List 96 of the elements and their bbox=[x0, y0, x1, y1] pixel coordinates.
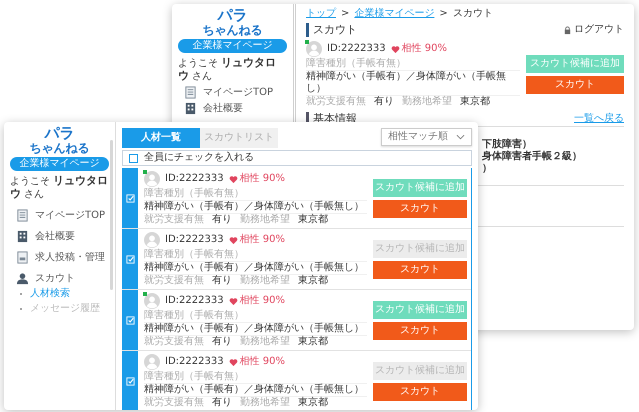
logo: パラ ちゃんねる bbox=[30, 126, 90, 154]
field-value: 有り bbox=[212, 275, 232, 287]
logo: パラ ちゃんねる bbox=[202, 8, 262, 36]
submenu-item[interactable]: メッセージ履歴 bbox=[30, 303, 100, 315]
field-value: 東京都 bbox=[460, 96, 490, 108]
field-value: 精神障がい（手帳有）／身体障がい（手帳無し） bbox=[144, 201, 367, 214]
field-value: 有り bbox=[212, 214, 232, 226]
mypage-button[interactable]: 企業様マイページ bbox=[178, 39, 287, 53]
submenu-item[interactable]: 人材検索 bbox=[30, 288, 70, 300]
field-value: 精神障がい（手帳有）／身体障がい（手帳無し） bbox=[306, 71, 520, 96]
field-label: 障害種別（手帳有無） bbox=[306, 58, 520, 71]
scout-button[interactable]: スカウト bbox=[373, 200, 467, 218]
field-value: 精神障がい（手帳有）／身体障がい（手帳無し） bbox=[144, 384, 367, 397]
add-candidate-button[interactable]: スカウト候補に追加 bbox=[373, 178, 467, 196]
checkbox-icon[interactable] bbox=[126, 376, 134, 386]
match-score: 相性 90% bbox=[240, 295, 285, 307]
add-candidate-button[interactable]: スカウト候補に追加 bbox=[373, 300, 467, 318]
field-label: 勤務地希望 bbox=[240, 214, 290, 226]
field-label: 就労支援有無 bbox=[144, 397, 204, 409]
field-value: 東京都 bbox=[298, 336, 328, 348]
breadcrumb-current: スカウト bbox=[452, 8, 493, 20]
field-label: 就労支援有無 bbox=[306, 96, 366, 108]
match-score: 相性 90% bbox=[240, 173, 285, 185]
welcome-text: ようこそ リュウタロウ さん bbox=[10, 175, 109, 201]
field-value: 東京都 bbox=[298, 275, 328, 287]
breadcrumb-link[interactable]: 企業様マイページ bbox=[354, 8, 434, 20]
field-label: 障害種別（手帳有無） bbox=[144, 310, 367, 323]
tab[interactable]: 人材一覧 bbox=[122, 128, 200, 148]
candidate-id: ID:2222333 bbox=[165, 295, 224, 307]
menu-item[interactable]: マイページTOP bbox=[178, 86, 274, 99]
checkbox[interactable] bbox=[129, 154, 138, 162]
welcome-text: ようこそ リュウタロウ さん bbox=[178, 57, 278, 83]
field-label: 勤務地希望 bbox=[402, 96, 452, 108]
candidate-id: ID:2222333 bbox=[165, 356, 224, 368]
scout-button[interactable]: スカウト bbox=[373, 382, 467, 400]
menu-item[interactable]: 求人投稿・管理 bbox=[10, 251, 105, 264]
heart-icon bbox=[390, 44, 400, 54]
field-label: 障害種別（手帳有無） bbox=[144, 249, 367, 262]
match-score: 相性 90% bbox=[240, 356, 285, 368]
menu-item[interactable]: マイページTOP bbox=[10, 209, 106, 222]
match-score: 相性 90% bbox=[240, 234, 285, 246]
checkbox-icon[interactable] bbox=[126, 194, 134, 202]
field-label: 勤務地希望 bbox=[240, 397, 290, 409]
chevron-down-icon bbox=[456, 134, 465, 140]
field-label: 就労支援有無 bbox=[144, 275, 204, 287]
lock-icon bbox=[563, 26, 572, 34]
heart-icon bbox=[228, 174, 238, 184]
info-text: 下肢障害） bbox=[482, 139, 533, 150]
sort-select[interactable]: 相性マッチ順 bbox=[381, 128, 472, 146]
scout-button[interactable]: スカウト bbox=[373, 260, 467, 278]
breadcrumb-link[interactable]: トップ bbox=[306, 8, 336, 20]
document-icon bbox=[16, 209, 29, 222]
building-icon bbox=[16, 230, 29, 243]
field-value: 精神障がい（手帳有）／身体障がい（手帳無し） bbox=[144, 323, 367, 336]
field-label: 障害種別（手帳有無） bbox=[144, 371, 367, 384]
info-text: 身体障害者手帳２級） bbox=[482, 151, 583, 163]
breadcrumb-separator: > bbox=[439, 8, 448, 20]
info-text: ） bbox=[482, 163, 493, 175]
field-value: 東京都 bbox=[298, 397, 328, 409]
back-link[interactable]: 一覧へ戻る bbox=[574, 113, 624, 125]
menu-item[interactable]: 会社概要 bbox=[178, 102, 243, 115]
checkbox-label: 全員にチェックを入れる bbox=[144, 152, 254, 164]
person-icon bbox=[16, 272, 29, 285]
menu-item[interactable]: 会社概要 bbox=[10, 230, 75, 243]
field-label: 就労支援有無 bbox=[144, 214, 204, 226]
heart-icon bbox=[228, 236, 238, 244]
mypage-button[interactable]: 企業様マイページ bbox=[10, 157, 109, 171]
candidate-id: ID:2222333 bbox=[165, 173, 224, 185]
checkbox-icon[interactable] bbox=[126, 254, 134, 264]
field-label: 就労支援有無 bbox=[144, 336, 204, 348]
candidate-id: ID:2222333 bbox=[327, 43, 386, 55]
menu-item[interactable]: スカウト bbox=[10, 272, 75, 285]
form-icon bbox=[16, 251, 29, 264]
match-score: 相性 90% bbox=[402, 43, 447, 55]
add-candidate-button[interactable]: スカウト候補に追加 bbox=[526, 54, 624, 72]
field-value: 有り bbox=[212, 336, 232, 348]
field-label: 勤務地希望 bbox=[240, 336, 290, 348]
field-label: 勤務地希望 bbox=[240, 275, 290, 287]
tab[interactable]: スカウトリスト bbox=[200, 128, 278, 148]
field-label: 障害種別（手帳有無） bbox=[144, 188, 367, 201]
checkbox-icon[interactable] bbox=[126, 316, 134, 324]
scout-button[interactable]: スカウト bbox=[373, 322, 467, 340]
field-value: 有り bbox=[374, 96, 394, 108]
scrollbar[interactable] bbox=[110, 140, 113, 290]
field-value: 精神障がい（手帳有）／身体障がい（手帳無し） bbox=[144, 262, 367, 275]
breadcrumb-separator: > bbox=[341, 8, 350, 20]
field-value: 有り bbox=[212, 397, 232, 409]
field-value: 東京都 bbox=[298, 214, 328, 226]
scout-button[interactable]: スカウト bbox=[526, 76, 624, 94]
logout-link[interactable]: ログアウト bbox=[563, 24, 624, 36]
candidate-id: ID:2222333 bbox=[165, 234, 224, 246]
building-icon bbox=[184, 102, 197, 115]
heart-icon bbox=[228, 296, 238, 306]
heart-icon bbox=[228, 358, 238, 366]
page-title: スカウト bbox=[306, 23, 357, 37]
document-icon bbox=[184, 86, 197, 99]
